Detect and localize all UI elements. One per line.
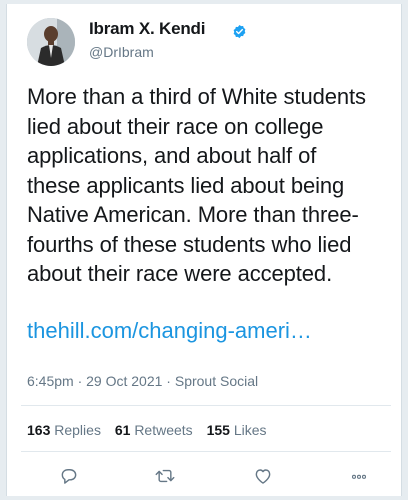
heart-icon — [255, 469, 271, 484]
tweet-text-line: Native American. More than three- — [27, 202, 359, 227]
likes-label: Likes — [233, 422, 267, 438]
avatar[interactable] — [27, 18, 75, 66]
reply-button[interactable] — [57, 464, 81, 488]
reply-icon — [61, 469, 77, 484]
like-button[interactable] — [251, 464, 275, 488]
tweet-stats: 163 Replies 61 Retweets 155 Likes — [27, 422, 277, 438]
replies-count: 163 — [27, 422, 51, 438]
tweet-text-line: about their race were accepted. — [27, 261, 333, 286]
more-icon — [351, 474, 367, 479]
more-button[interactable] — [347, 464, 371, 488]
tweet-text: More than a third of White students lied… — [27, 82, 405, 289]
retweets-stat[interactable]: 61 Retweets — [115, 422, 193, 438]
retweet-button[interactable] — [153, 464, 177, 488]
tweet-text-line: fourths of these students who lied — [27, 231, 352, 257]
tweet-text-line: lied about their race on college — [27, 113, 324, 139]
author-name[interactable]: Ibram X. Kendi — [89, 19, 205, 39]
tweet-card: Ibram X. Kendi @DrIbram More than a thir… — [6, 4, 402, 496]
tweet-text-line: applications, and about half of — [27, 143, 317, 168]
replies-stat[interactable]: 163 Replies — [27, 422, 101, 438]
retweet-icon — [155, 469, 175, 483]
tweet-text-line: these applicants lied about being — [27, 172, 345, 198]
likes-stat[interactable]: 155 Likes — [207, 422, 267, 438]
replies-label: Replies — [54, 422, 101, 438]
retweets-label: Retweets — [134, 422, 193, 438]
divider — [21, 451, 391, 452]
avatar-image — [27, 18, 75, 66]
tweet-timestamp[interactable]: 6:45pm · 29 Oct 2021 · Sprout Social — [27, 373, 258, 389]
retweets-count: 61 — [114, 422, 131, 438]
tweet-text-line: More than a third of White students — [27, 84, 366, 109]
divider — [21, 405, 391, 406]
likes-count: 155 — [206, 422, 230, 438]
tweet-actions — [7, 464, 403, 488]
verified-badge-icon — [233, 24, 246, 39]
author-handle[interactable]: @DrIbram — [89, 44, 154, 60]
tweet-link[interactable]: thehill.com/changing-ameri… — [27, 318, 312, 344]
